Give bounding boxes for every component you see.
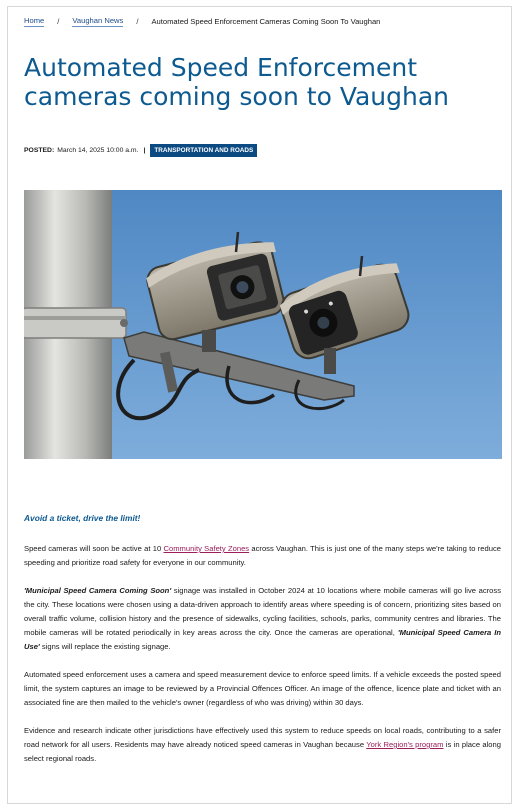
article-body: Avoid a ticket, drive the limit! Speed c…: [24, 511, 501, 780]
breadcrumb-current: Automated Speed Enforcement Cameras Comi…: [151, 17, 381, 26]
posted-label: POSTED:: [24, 147, 55, 154]
breadcrumb: Home / Vaughan News / Automated Speed En…: [24, 16, 380, 27]
breadcrumb-home-link[interactable]: Home: [24, 16, 45, 27]
paragraph-2: 'Municipal Speed Camera Coming Soon' sig…: [24, 586, 501, 651]
york-region-program-link[interactable]: York Region's program: [366, 740, 443, 749]
signage-quote-coming-soon: 'Municipal Speed Camera Coming Soon': [24, 586, 172, 595]
community-safety-zones-link[interactable]: Community Safety Zones: [163, 544, 249, 553]
paragraph-3: Automated speed enforcement uses a camer…: [24, 670, 501, 707]
article-subheading: Avoid a ticket, drive the limit!: [24, 513, 141, 523]
posted-date: March 14, 2025 10:00 a.m.: [57, 147, 139, 154]
breadcrumb-separator: /: [136, 17, 139, 26]
page-frame: Home / Vaughan News / Automated Speed En…: [7, 6, 512, 804]
paragraph-4: Evidence and research indicate other jur…: [24, 726, 501, 763]
page-title: Automated Speed Enforcement cameras comi…: [24, 53, 450, 111]
speed-camera-photo: [24, 190, 502, 459]
meta-separator: |: [143, 147, 146, 154]
breadcrumb-news-link[interactable]: Vaughan News: [72, 16, 124, 27]
post-meta: POSTED: March 14, 2025 10:00 a.m. | TRAN…: [24, 144, 258, 157]
category-tag[interactable]: TRANSPORTATION AND ROADS: [150, 144, 258, 157]
breadcrumb-separator: /: [57, 17, 60, 26]
paragraph-1: Speed cameras will soon be active at 10 …: [24, 544, 502, 567]
